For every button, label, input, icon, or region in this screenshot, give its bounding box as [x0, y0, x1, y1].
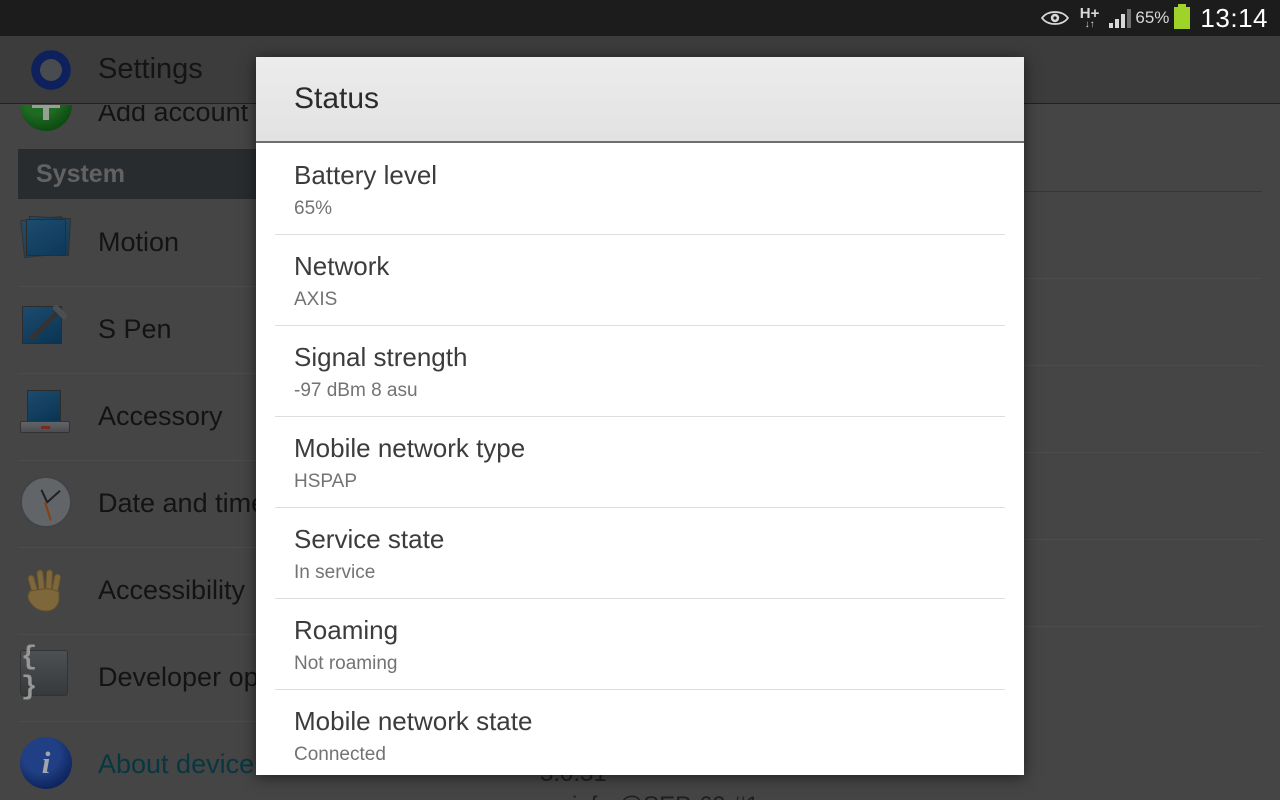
status-item-value: AXIS [294, 289, 338, 310]
status-item-mobile-network-type: Mobile network type HSPAP [256, 416, 1024, 507]
status-item-value: HSPAP [294, 471, 358, 492]
signal-bars-icon [1109, 8, 1132, 28]
status-item-battery-level: Battery level 65% [256, 143, 1024, 234]
battery-percent-label: 65% [1135, 8, 1170, 27]
status-item-mobile-network-state: Mobile network state Connected [256, 689, 1024, 773]
status-item-title: Roaming [294, 615, 399, 645]
status-item-value: In service [294, 562, 376, 583]
status-item-title: Battery level [294, 160, 438, 190]
status-bar: H+ ↓↑ 65% 13:14 [0, 0, 1280, 36]
status-item-service-state: Service state In service [256, 507, 1024, 598]
dialog-body[interactable]: Battery level 65% Network AXIS Signal st… [256, 143, 1024, 773]
status-bar-clock: 13:14 [1200, 2, 1268, 33]
status-item-value: 65% [294, 198, 333, 219]
status-item-title: Mobile network type [294, 433, 526, 463]
network-type-icon: H+ ↓↑ [1080, 6, 1100, 30]
status-item-value: -97 dBm 8 asu [294, 380, 418, 401]
battery-icon [1174, 4, 1191, 29]
status-dialog: Status Battery level 65% Network AXIS Si… [256, 57, 1024, 775]
status-item-roaming: Roaming Not roaming [256, 598, 1024, 689]
status-item-title: Network [294, 251, 390, 281]
status-item-network: Network AXIS [256, 234, 1024, 325]
dialog-title: Status [294, 82, 380, 115]
dialog-header: Status [256, 57, 1024, 143]
device-screen: H+ ↓↑ 65% 13:14 Settings Add account Sys… [0, 0, 1280, 800]
status-item-value: Not roaming [294, 653, 398, 674]
status-item-title: Signal strength [294, 342, 468, 372]
status-item-value: Connected [294, 744, 386, 765]
status-item-title: Mobile network state [294, 706, 533, 736]
status-item-title: Service state [294, 524, 445, 554]
smart-stay-eye-icon [1040, 8, 1070, 28]
status-item-signal-strength: Signal strength -97 dBm 8 asu [256, 325, 1024, 416]
